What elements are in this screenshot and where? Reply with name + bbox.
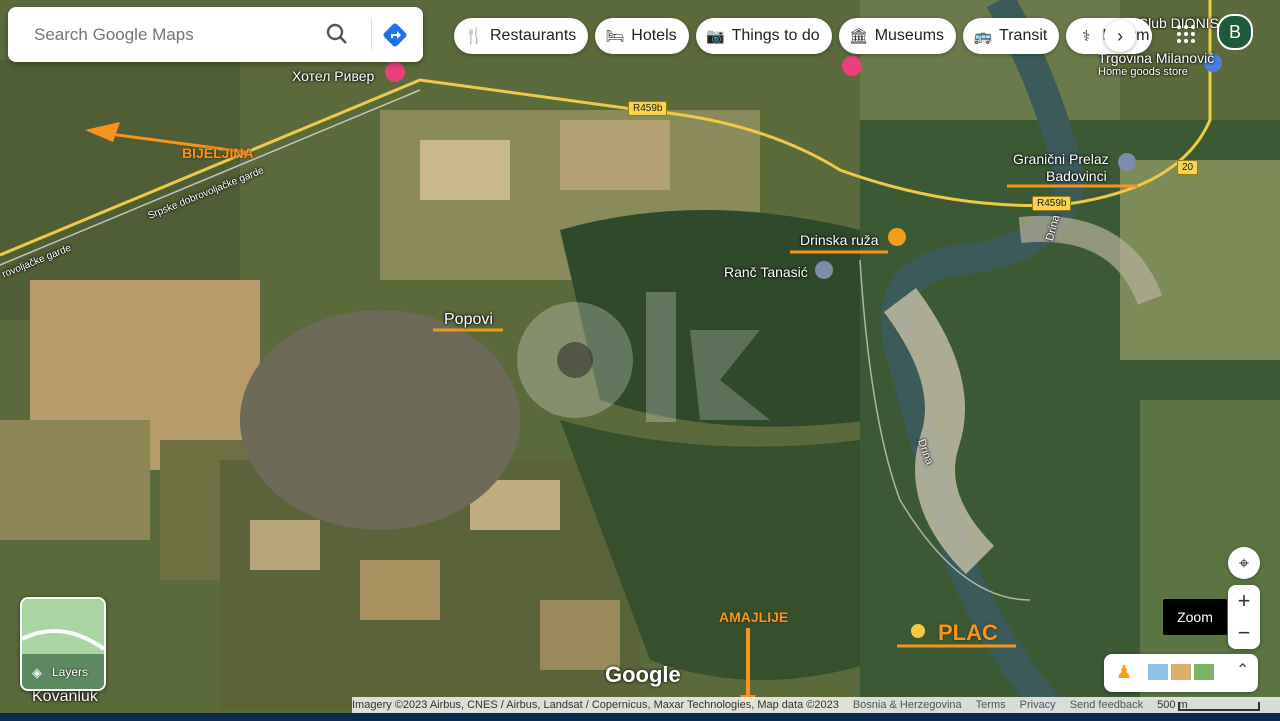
pharmacy-icon: ⚕ bbox=[1082, 28, 1091, 45]
chip-label: Hotels bbox=[631, 27, 677, 44]
place-label-badovinci[interactable]: Badovinci bbox=[1046, 168, 1107, 184]
attribution-bar: Imagery ©2023 Airbus, CNES / Airbus, Lan… bbox=[352, 697, 1280, 713]
chip-label: Restaurants bbox=[490, 27, 577, 44]
road-shield-r459b-east: R459b bbox=[1032, 196, 1072, 211]
place-label-trgovina-sub: Home goods store bbox=[1098, 66, 1188, 78]
account-avatar[interactable]: B bbox=[1217, 14, 1253, 50]
road-shield-r459b-west: R459b bbox=[628, 101, 668, 116]
google-logo: Google bbox=[605, 662, 681, 687]
satellite-thumb-icon[interactable] bbox=[1194, 664, 1214, 680]
satellite-map[interactable]: Хотел Ривер Club DIONIS Trgovina Milanov… bbox=[0, 0, 1280, 721]
bus-icon: 🚌 bbox=[973, 28, 993, 45]
chip-label: Things to do bbox=[731, 27, 820, 44]
chip-things-to-do[interactable]: 📷 Things to do bbox=[695, 18, 832, 54]
place-label-ranc-tanasic[interactable]: Ranč Tanasić bbox=[724, 264, 808, 280]
museum-icon: 🏛 bbox=[849, 28, 869, 45]
fork-knife-icon: 🍴 bbox=[464, 28, 484, 45]
place-label-popovi[interactable]: Popovi bbox=[444, 311, 493, 329]
search-box bbox=[8, 7, 423, 62]
directions-icon[interactable] bbox=[381, 21, 409, 49]
zoom-in-button[interactable]: + bbox=[1238, 585, 1251, 617]
privacy-link[interactable]: Privacy bbox=[1020, 699, 1056, 711]
search-separator bbox=[371, 19, 372, 51]
chip-hotels[interactable]: 🛏 Hotels bbox=[595, 18, 689, 54]
apps-grid-icon[interactable] bbox=[1176, 24, 1196, 44]
expand-icon[interactable]: ⌃ bbox=[1236, 660, 1249, 680]
street-view-bar: ♟ ⌃ bbox=[1104, 654, 1258, 692]
imagery-thumb-icon[interactable] bbox=[1148, 664, 1168, 680]
camera-icon: 📷 bbox=[706, 28, 725, 45]
layers-icon: ◈ bbox=[32, 665, 42, 680]
my-location-button[interactable]: ⌖ bbox=[1228, 547, 1260, 579]
region-label: Bosnia & Herzegovina bbox=[852, 699, 962, 711]
annotation-bijeljina: BIJELJINA bbox=[182, 145, 254, 161]
annotation-plac: PLAC bbox=[938, 620, 998, 645]
pegman-icon[interactable]: ♟ bbox=[1116, 662, 1132, 683]
bottom-strip bbox=[0, 713, 1280, 721]
chip-label: Transit bbox=[999, 27, 1048, 44]
chips-next-button[interactable]: › bbox=[1104, 20, 1136, 52]
place-label-hotel-river[interactable]: Хотел Ривер bbox=[292, 68, 374, 84]
zoom-out-button[interactable]: − bbox=[1238, 617, 1251, 649]
search-icon[interactable] bbox=[324, 21, 350, 47]
chevron-right-icon: › bbox=[1117, 25, 1123, 46]
chip-transit[interactable]: 🚌 Transit bbox=[963, 18, 1060, 54]
place-label-granicni[interactable]: Granični Prelaz bbox=[1013, 151, 1109, 167]
chip-museums[interactable]: 🏛 Museums bbox=[838, 18, 957, 54]
annotation-amajlije: AMAJLIJE bbox=[719, 609, 789, 625]
layers-button[interactable]: Layers ◈ bbox=[20, 597, 106, 691]
imagery-credit: Imagery ©2023 Airbus, CNES / Airbus, Lan… bbox=[352, 699, 839, 711]
chip-restaurants[interactable]: 🍴 Restaurants bbox=[454, 18, 589, 54]
search-input[interactable] bbox=[32, 21, 316, 49]
place-label-drinska-ruza[interactable]: Drinska ruža bbox=[800, 232, 879, 248]
category-chips: 🍴 Restaurants 🛏 Hotels 📷 Things to do 🏛 … bbox=[454, 18, 1153, 54]
terms-link[interactable]: Terms bbox=[976, 699, 1006, 711]
zoom-tooltip: Zoom bbox=[1163, 599, 1227, 635]
scale-bar[interactable] bbox=[1178, 702, 1260, 711]
bed-icon: 🛏 bbox=[605, 28, 625, 45]
crosshair-icon: ⌖ bbox=[1238, 552, 1250, 573]
terrain-thumb-icon[interactable] bbox=[1171, 664, 1191, 680]
layers-label: Layers bbox=[52, 665, 89, 679]
chip-label: Museums bbox=[874, 27, 945, 44]
feedback-link[interactable]: Send feedback bbox=[1070, 699, 1143, 711]
zoom-control: + − bbox=[1228, 585, 1260, 649]
road-shield-20: 20 bbox=[1177, 160, 1199, 175]
